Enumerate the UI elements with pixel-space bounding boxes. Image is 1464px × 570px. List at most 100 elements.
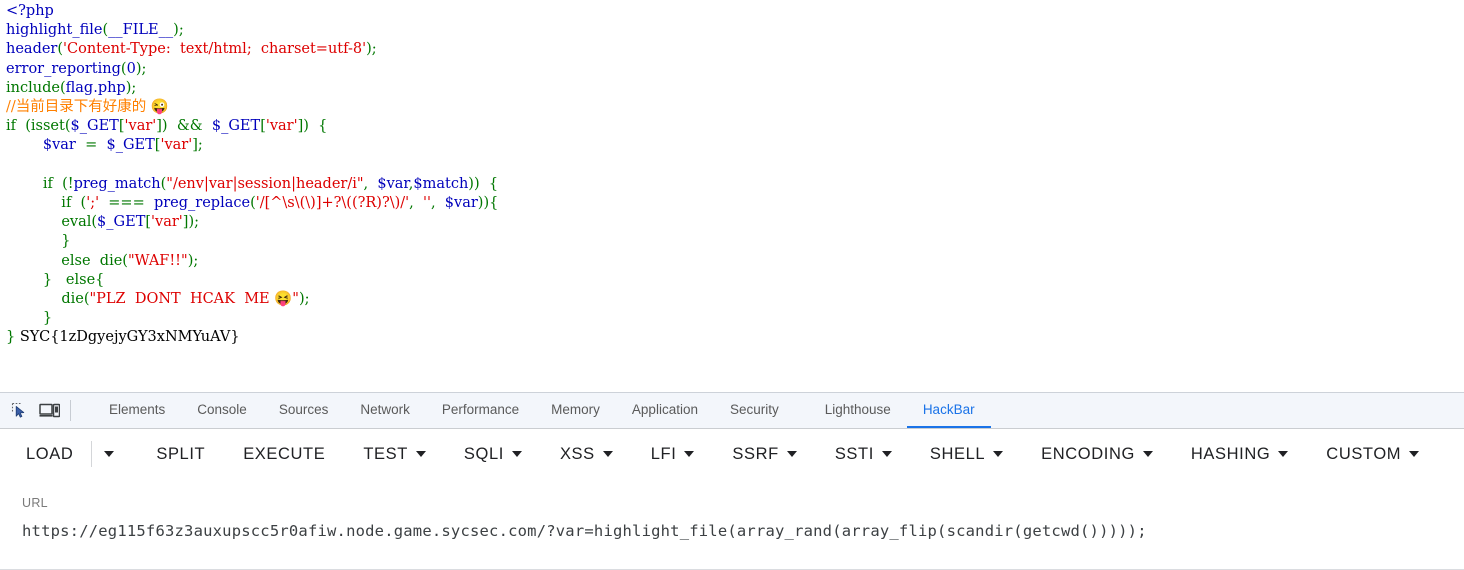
php-code-line: <?php: [6, 3, 54, 19]
encoding-button-label: ENCODING: [1041, 444, 1135, 463]
chevron-down-icon: [511, 451, 522, 457]
php-code-line: die("PLZ DONT HCAK ME 😝");: [6, 291, 310, 308]
php-token: '': [422, 195, 431, 212]
php-code-line: highlight_file(__FILE__);: [6, 22, 184, 38]
toolbar-divider: [70, 400, 71, 421]
php-token: '/[^\s\(\)]+?\((?R)?\)/': [255, 195, 410, 212]
php-code-line: header('Content-Type: text/html; charset…: [6, 41, 377, 57]
lfi-button-label: LFI: [650, 444, 677, 463]
chevron-down-icon: [993, 451, 1004, 457]
tab-elements[interactable]: Elements: [93, 393, 181, 428]
php-token: $var: [42, 137, 76, 154]
tab-sources[interactable]: Sources: [263, 393, 345, 428]
php-token: ;: [141, 60, 147, 77]
php-token: <?php: [6, 3, 54, 19]
load-dropdown-button[interactable]: [94, 445, 124, 463]
lfi-button[interactable]: LFI: [647, 439, 699, 470]
tab-lighthouse[interactable]: Lighthouse: [809, 393, 907, 428]
tab-memory[interactable]: Memory: [535, 393, 616, 428]
php-token: [6, 291, 61, 307]
php-token: 'var': [151, 214, 183, 231]
execute-button[interactable]: EXECUTE: [239, 439, 329, 470]
php-token: ]);: [182, 214, 199, 231]
php-token: eval: [61, 214, 92, 231]
sqli-button[interactable]: SQLI: [460, 439, 526, 470]
php-token: if (: [6, 195, 87, 212]
php-code-line: if (!preg_match("/env|var|session|header…: [6, 176, 498, 192]
php-code-line: eval($_GET['var']);: [6, 214, 199, 230]
xss-button-label: XSS: [559, 444, 595, 463]
php-token: [6, 137, 43, 153]
tab-label: HackBar: [922, 402, 975, 417]
tab-hackbar[interactable]: HackBar: [906, 393, 991, 428]
php-token: header: [6, 41, 58, 58]
php-token: &&: [176, 118, 203, 135]
tab-label: Memory: [551, 402, 600, 417]
php-token: 0: [126, 60, 136, 77]
hackbar-custom-group: CUSTOM: [1322, 439, 1423, 470]
inspect-element-icon[interactable]: [4, 393, 34, 428]
php-token: include: [6, 79, 60, 96]
hackbar-button-divider: [91, 441, 93, 467]
php-token: else: [6, 252, 100, 269]
tab-label: Performance: [441, 402, 520, 417]
chevron-down-icon: [104, 451, 115, 457]
php-token: preg_match: [73, 175, 161, 192]
tab-label: Security: [729, 402, 779, 417]
encoding-button[interactable]: ENCODING: [1037, 439, 1157, 470]
chevron-down-icon: [415, 451, 426, 457]
shell-button[interactable]: SHELL: [926, 439, 1007, 470]
device-toolbar-icon-glyph: [38, 403, 60, 418]
chevron-down-icon: [1142, 451, 1153, 457]
php-token: ];: [192, 137, 203, 154]
custom-button[interactable]: CUSTOM: [1322, 439, 1423, 470]
ssrf-button[interactable]: SSRF: [728, 439, 800, 470]
hackbar-toolbar: LOAD SPLIT EXECUTE TEST SQLI XSS LFI SSRF SSTI SH…: [0, 429, 1464, 479]
tabbar-spacer: [79, 393, 93, 428]
php-token: ,: [430, 195, 445, 212]
tab-network[interactable]: Network: [344, 393, 426, 428]
split-button[interactable]: SPLIT: [152, 439, 209, 470]
php-token: "/env|var|session|header/i": [166, 175, 364, 192]
php-token: ,: [363, 175, 378, 192]
xss-button[interactable]: XSS: [556, 439, 617, 470]
url-input[interactable]: [22, 522, 1442, 540]
php-token: die: [61, 291, 84, 308]
chevron-down-icon: [881, 451, 892, 457]
devtools-tabbar: Elements Console Sources Network Performance…: [0, 392, 1464, 429]
ssti-button[interactable]: SSTI: [831, 439, 896, 470]
php-token: [203, 118, 212, 134]
php-token: flag.php: [65, 79, 126, 96]
hackbar-encoding-group: ENCODING: [1037, 439, 1157, 470]
php-code-block: <?php highlight_file(__FILE__); header('…: [6, 2, 1464, 348]
php-token: }: [6, 310, 53, 327]
devtools-tab-list: Elements Console Sources Network Performance…: [93, 393, 991, 428]
test-button[interactable]: TEST: [359, 439, 430, 470]
hackbar-url-section: URL: [0, 479, 1464, 570]
tab-label: Application: [631, 402, 698, 417]
tab-application[interactable]: Application: [616, 393, 714, 428]
php-code-line: if (isset($_GET['var']) && $_GET['var'])…: [6, 118, 327, 134]
php-code-line: } SYC{1zDgyejyGY3xNMYuAV}: [6, 329, 240, 345]
tab-console[interactable]: Console: [181, 393, 263, 428]
hackbar-execute-group: EXECUTE: [239, 439, 329, 470]
php-token: 'var': [124, 118, 157, 135]
load-button[interactable]: LOAD: [22, 439, 77, 470]
php-token: ]): [156, 118, 177, 135]
php-token: 'var': [160, 137, 193, 154]
hackbar-ssti-group: SSTI: [831, 439, 896, 470]
php-token: );: [298, 291, 310, 308]
hackbar-hashing-group: HASHING: [1187, 439, 1292, 470]
php-token: $_GET: [70, 118, 119, 135]
load-button-label: LOAD: [26, 444, 74, 463]
tab-security[interactable]: Security: [714, 393, 795, 428]
tab-label: Sources: [278, 402, 329, 417]
php-token: __FILE__: [108, 22, 174, 39]
php-token: $_GET: [106, 137, 155, 154]
tab-group-separator: [795, 393, 809, 428]
php-code-line: } else{: [6, 272, 105, 288]
hashing-button[interactable]: HASHING: [1187, 439, 1292, 470]
php-code-line: include(flag.php);: [6, 80, 136, 96]
device-toolbar-icon[interactable]: [34, 393, 64, 428]
tab-performance[interactable]: Performance: [426, 393, 535, 428]
